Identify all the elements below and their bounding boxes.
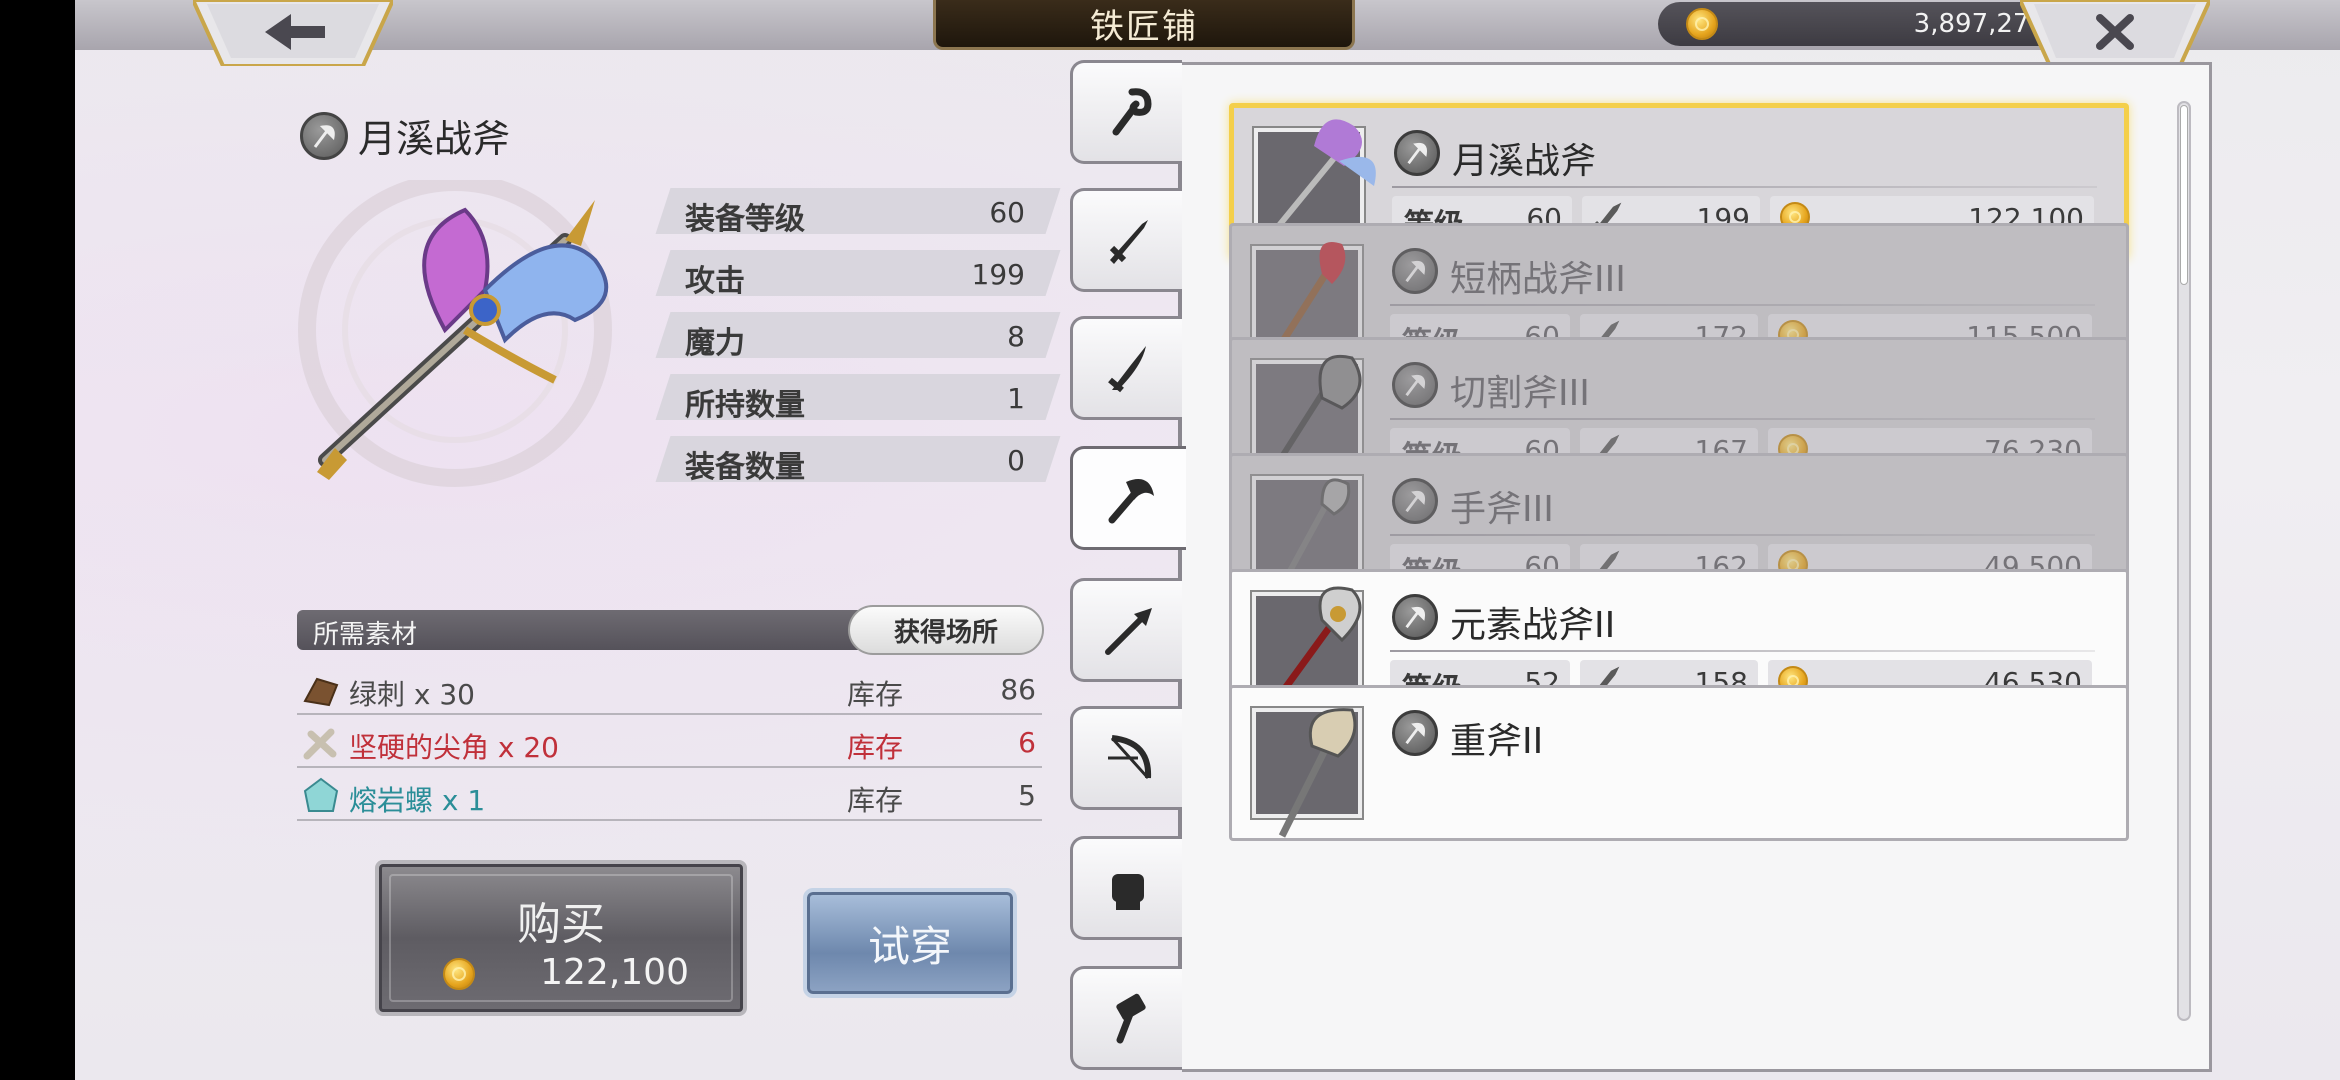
weapon-name: 月溪战斧 <box>1452 141 1597 182</box>
item-list: 月溪战斧等级60199122,100短柄战斧III等级60172115,500切… <box>1182 65 2209 1051</box>
tab-bow[interactable] <box>1070 706 1182 810</box>
stock-value: 5 <box>1018 779 1036 812</box>
list-scrollbar[interactable] <box>2177 101 2191 1021</box>
row-divider <box>1392 186 2097 188</box>
stock-label: 库存 <box>847 678 904 711</box>
stat-value: 0 <box>1007 444 1025 477</box>
row-divider <box>1390 418 2095 420</box>
axe-category-icon <box>300 111 348 160</box>
weapon-name: 元素战斧II <box>1450 605 1616 646</box>
axe-category-icon <box>1394 130 1440 176</box>
row-divider <box>1390 534 2095 536</box>
stock-label: 库存 <box>847 784 904 817</box>
spear-icon <box>1104 608 1152 655</box>
stats-panel: 装备等级 60 攻击 199 魔力 8 所持数量 1 装备数量 0 <box>655 188 1061 498</box>
item-title: 月溪战斧 <box>300 108 510 163</box>
buy-label: 购买 <box>517 899 605 950</box>
page-title: 铁匠铺 <box>1090 7 1198 47</box>
tab-axe[interactable] <box>1070 446 1186 550</box>
stat-attack: 攻击 199 <box>655 250 1061 299</box>
tab-hammer[interactable] <box>1070 966 1182 1070</box>
weapon-thumbnail <box>1251 119 1376 258</box>
row-divider <box>1390 650 2095 652</box>
material-row[interactable]: 熔岩螺 x 1 库存 5 <box>297 771 1042 821</box>
stat-label: 攻击 <box>685 264 745 299</box>
weapon-image <box>298 180 612 487</box>
item-list-panel: 月溪战斧等级60199122,100短柄战斧III等级60172115,500切… <box>1182 62 2212 1072</box>
material-name: 熔岩螺 x 1 <box>349 784 486 817</box>
buy-price: 122,100 <box>540 952 689 993</box>
axe-category-icon <box>1392 248 1438 294</box>
stat-value: 60 <box>989 196 1025 229</box>
material-row[interactable]: 坚硬的尖角 x 20 库存 6 <box>297 718 1042 768</box>
weapon-name: 手斧III <box>1450 489 1554 530</box>
material-name: 绿刺 x 30 <box>349 678 476 711</box>
gauntlet-icon <box>1111 874 1144 910</box>
stat-magic: 魔力 8 <box>655 312 1061 361</box>
stat-equip-level: 装备等级 60 <box>655 188 1061 237</box>
stat-value: 1 <box>1007 382 1025 415</box>
materials-title: 所需素材 <box>313 620 418 650</box>
thorn-material-icon <box>303 677 339 707</box>
weapon-name: 重斧II <box>1450 721 1544 762</box>
acquire-location-button[interactable]: 获得场所 <box>848 605 1044 655</box>
stat-label: 魔力 <box>685 326 745 361</box>
material-row[interactable]: 绿刺 x 30 库存 86 <box>297 665 1042 715</box>
tab-sword[interactable] <box>1070 188 1182 292</box>
title-plate: 铁匠铺 <box>933 0 1355 50</box>
stat-label: 所持数量 <box>685 388 805 423</box>
saber-icon <box>1107 346 1146 393</box>
stat-owned-count: 所持数量 1 <box>655 374 1061 423</box>
tab-gauntlet[interactable] <box>1070 836 1182 940</box>
hammer-icon <box>1115 993 1146 1044</box>
weapon-thumbnail <box>1252 708 1362 838</box>
axe-category-icon <box>1392 478 1438 524</box>
gold-coin-icon <box>1686 8 1718 40</box>
stock-label: 库存 <box>847 731 904 764</box>
back-button[interactable] <box>193 0 393 66</box>
item-name: 月溪战斧 <box>358 117 511 161</box>
weapon-name: 切割斧III <box>1450 373 1590 414</box>
axe-category-icon <box>1392 594 1438 640</box>
stat-label: 装备数量 <box>685 450 805 485</box>
stat-equipped-count: 装备数量 0 <box>655 436 1061 485</box>
axe-category-icon <box>1392 710 1438 756</box>
staff-icon <box>1112 88 1152 136</box>
tab-spear[interactable] <box>1070 578 1182 682</box>
axe-icon <box>1108 479 1154 524</box>
stock-value: 6 <box>1018 726 1036 759</box>
game-screen: 铁匠铺 3,897,276 月溪战斧 装备等级 60 攻击 199 魔力 8 所… <box>75 0 2340 1080</box>
weapon-name: 短柄战斧III <box>1450 259 1626 300</box>
lava-shell-material-icon <box>303 777 339 812</box>
tab-saber[interactable] <box>1070 316 1182 420</box>
try-on-button[interactable]: 试穿 <box>803 888 1017 998</box>
row-divider <box>1390 304 2095 306</box>
horn-material-icon <box>303 728 337 760</box>
close-button[interactable] <box>2020 0 2210 66</box>
weapon-list-item[interactable]: 重斧II <box>1229 685 2129 841</box>
material-name: 坚硬的尖角 x 20 <box>349 731 560 764</box>
sword-icon <box>1109 220 1148 264</box>
stock-value: 86 <box>1000 673 1036 706</box>
gold-coin-icon <box>443 958 475 990</box>
stat-value: 8 <box>1007 320 1025 353</box>
stat-label: 装备等级 <box>685 202 805 237</box>
tab-staff[interactable] <box>1070 60 1182 164</box>
bow-icon <box>1107 735 1151 780</box>
axe-category-icon <box>1392 362 1438 408</box>
buy-button[interactable]: 购买 122,100 <box>375 860 747 1016</box>
stat-value: 199 <box>971 258 1025 291</box>
